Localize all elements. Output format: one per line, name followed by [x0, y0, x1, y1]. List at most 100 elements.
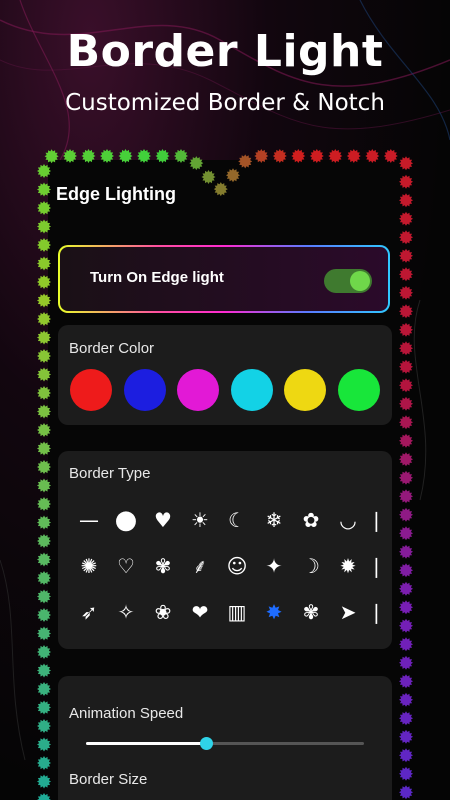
border-bead — [37, 386, 51, 400]
plant-icon[interactable]: ✾ — [146, 551, 180, 581]
border-bead — [399, 711, 413, 726]
animation-speed-slider[interactable] — [86, 737, 364, 750]
border-bead — [118, 149, 133, 163]
border-bead — [399, 655, 413, 670]
starburst-icon[interactable]: ✹ — [331, 551, 365, 581]
slider-fill — [86, 742, 206, 745]
border-bead — [37, 774, 51, 789]
border-bead — [37, 330, 51, 345]
border-bead — [189, 156, 204, 171]
border-bead — [399, 359, 413, 374]
border-bead — [37, 700, 51, 715]
color-swatch[interactable] — [284, 369, 326, 411]
heart-outline-icon[interactable]: ♡ — [109, 551, 143, 581]
hibiscus-icon[interactable]: ❀ — [146, 597, 180, 627]
sparkle-icon[interactable]: ✦ — [257, 551, 291, 581]
color-swatch[interactable] — [123, 369, 166, 411]
border-color-card: Border Color — [58, 325, 392, 425]
fish-icon[interactable]: ➤ — [331, 597, 365, 627]
border-bead — [174, 149, 188, 163]
drip-icon[interactable]: ▥ — [220, 597, 254, 627]
border-bead — [37, 367, 51, 382]
partial-icon[interactable]: ❘ — [368, 597, 382, 627]
toggle-card-inner: Turn On Edge light — [60, 247, 388, 311]
border-bead — [37, 571, 51, 585]
border-bead — [213, 182, 228, 197]
border-bead — [155, 149, 170, 163]
edge-light-switch[interactable] — [324, 269, 372, 293]
border-bead — [37, 460, 51, 474]
partial-icon[interactable]: ❘ — [368, 505, 382, 535]
border-bead — [37, 404, 51, 419]
border-bead — [254, 149, 269, 163]
border-type-label: Border Type — [69, 465, 151, 482]
heart-icon[interactable]: ♥ — [146, 505, 180, 535]
border-bead — [399, 489, 413, 504]
switch-knob — [350, 271, 370, 291]
sun-icon[interactable]: ☀ — [183, 505, 217, 535]
color-swatch[interactable] — [70, 369, 112, 411]
smiley-icon[interactable]: ☺ — [220, 551, 254, 581]
border-bead — [291, 149, 306, 163]
star-4-icon[interactable]: ✧ — [109, 597, 143, 627]
snowflake-icon[interactable]: ❄ — [257, 505, 291, 535]
border-bead — [399, 692, 413, 707]
border-bead — [399, 193, 413, 208]
border-bead — [37, 349, 51, 363]
border-bead — [37, 441, 51, 456]
border-bead — [37, 478, 51, 493]
moon-star-icon[interactable]: ☽ — [294, 551, 328, 581]
blue-burst-icon[interactable]: ✸ — [257, 597, 291, 627]
border-bead — [399, 230, 413, 245]
splat-icon[interactable]: ✺ — [72, 551, 106, 581]
border-bead — [399, 174, 413, 189]
color-swatch[interactable] — [177, 369, 219, 411]
border-color-label: Border Color — [69, 340, 155, 357]
border-bead — [37, 497, 51, 511]
butterfly-icon[interactable]: ✾ — [294, 597, 328, 627]
line-icon[interactable]: — — [72, 505, 106, 535]
border-bead — [399, 285, 413, 300]
border-bead — [399, 267, 413, 282]
slider-thumb[interactable] — [199, 737, 213, 750]
screen-title: Edge Lighting — [56, 184, 176, 204]
border-bead — [399, 304, 413, 319]
border-bead — [226, 168, 240, 183]
border-bead — [399, 322, 413, 337]
border-bead — [37, 534, 51, 548]
border-bead — [37, 608, 51, 622]
border-bead — [399, 507, 413, 522]
border-bead — [37, 719, 51, 733]
flower-outline-icon[interactable]: ✿ — [294, 505, 328, 535]
border-bead — [137, 149, 151, 163]
border-bead — [399, 452, 413, 467]
border-bead — [399, 415, 413, 430]
border-bead — [399, 563, 413, 578]
border-bead — [238, 154, 253, 169]
border-bead — [37, 201, 51, 215]
border-size-label: Border Size — [69, 771, 148, 788]
border-bead — [37, 737, 51, 752]
bird-icon[interactable]: ➶ — [72, 597, 106, 627]
border-bead — [399, 526, 413, 541]
border-bead — [37, 682, 51, 696]
border-bead — [399, 674, 413, 689]
circle-icon[interactable]: ● — [109, 505, 143, 535]
moon-icon[interactable]: ☾ — [220, 505, 254, 535]
border-bead — [272, 149, 287, 163]
border-bead — [37, 663, 51, 678]
border-type-card: Border Type — ● ♥ ☀ ☾ ❄ ✿ ◡ ❘ ✺ ♡ ✾ ⸙ ☺ ✦ ☽ ✹ ❘ ➶ ✧ ❀ ❤ ▥ ✸ ✾ ➤ ❘ — [58, 451, 392, 649]
border-bead — [399, 766, 413, 781]
border-bead — [201, 170, 216, 184]
border-bead — [346, 149, 361, 163]
partial-icon[interactable]: ❘ — [368, 551, 382, 581]
border-bead — [37, 793, 51, 800]
border-bead — [383, 149, 398, 163]
border-bead — [399, 618, 413, 633]
heart-solid-icon[interactable]: ❤ — [183, 597, 217, 627]
edge-light-toggle-card[interactable]: Turn On Edge light — [58, 245, 390, 313]
branch-icon[interactable]: ⸙ — [183, 551, 217, 581]
lips-icon[interactable]: ◡ — [331, 505, 365, 535]
color-swatch[interactable] — [337, 369, 380, 411]
color-swatch[interactable] — [230, 369, 273, 411]
